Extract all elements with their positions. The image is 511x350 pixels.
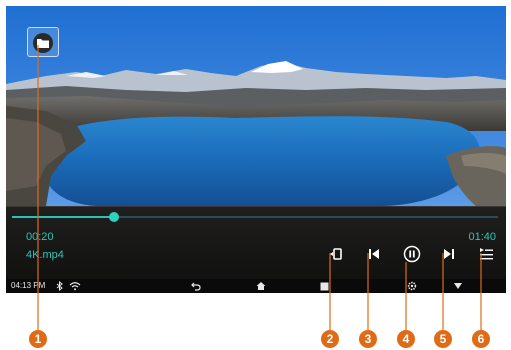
- settings-icon: [407, 281, 417, 291]
- down-arrow-button[interactable]: [453, 280, 463, 292]
- recent-apps-icon: [320, 282, 329, 290]
- home-button[interactable]: [256, 280, 266, 292]
- recent-apps-button[interactable]: [320, 280, 329, 292]
- file-name: 4K.mp4: [26, 249, 64, 261]
- playlist-icon: [480, 248, 493, 260]
- callout-marker-2: 2: [321, 330, 339, 348]
- playback-control-bar: 00:20 4K.mp4 01:40: [6, 207, 506, 279]
- progress-fill: [12, 216, 115, 218]
- callout-marker-3: 3: [359, 330, 377, 348]
- folder-icon: [33, 33, 53, 53]
- pause-button[interactable]: [399, 242, 425, 266]
- next-button[interactable]: [436, 242, 462, 266]
- callout-label-2: 2: [327, 332, 334, 346]
- callout-label-3: 3: [365, 332, 372, 346]
- folder-button[interactable]: [27, 27, 59, 57]
- callout-label-5: 5: [440, 332, 447, 346]
- status-time: 04:13 PM: [11, 281, 46, 290]
- pause-icon: [403, 245, 421, 263]
- bluetooth-icon: [56, 280, 63, 292]
- progress-bar[interactable]: [12, 212, 498, 222]
- callout-marker-1: 1: [29, 330, 47, 348]
- playlist-button[interactable]: [473, 242, 499, 266]
- home-icon: [256, 282, 266, 290]
- progress-handle[interactable]: [109, 212, 120, 222]
- callout-marker-6: 6: [472, 330, 490, 348]
- status-bar: 04:13 PM: [6, 279, 506, 293]
- settings-button[interactable]: [407, 280, 417, 292]
- previous-button[interactable]: [361, 242, 387, 266]
- callout-label-1: 1: [35, 332, 42, 346]
- down-arrow-icon: [454, 283, 462, 289]
- back-button[interactable]: [191, 280, 201, 292]
- callout-marker-4: 4: [397, 330, 415, 348]
- elapsed-time: 00:20: [26, 231, 54, 243]
- back-icon: [191, 282, 201, 291]
- previous-track-icon: [369, 249, 379, 259]
- screen-rotate-button[interactable]: [324, 242, 350, 266]
- media-player-screen: 00:20 4K.mp4 01:40 04:13 PM: [6, 6, 506, 293]
- callout-marker-5: 5: [434, 330, 452, 348]
- screen-rotate-icon: [330, 248, 342, 260]
- callout-label-4: 4: [403, 332, 410, 346]
- callout-label-6: 6: [478, 332, 485, 346]
- next-track-icon: [444, 249, 454, 259]
- wifi-icon: [69, 280, 81, 292]
